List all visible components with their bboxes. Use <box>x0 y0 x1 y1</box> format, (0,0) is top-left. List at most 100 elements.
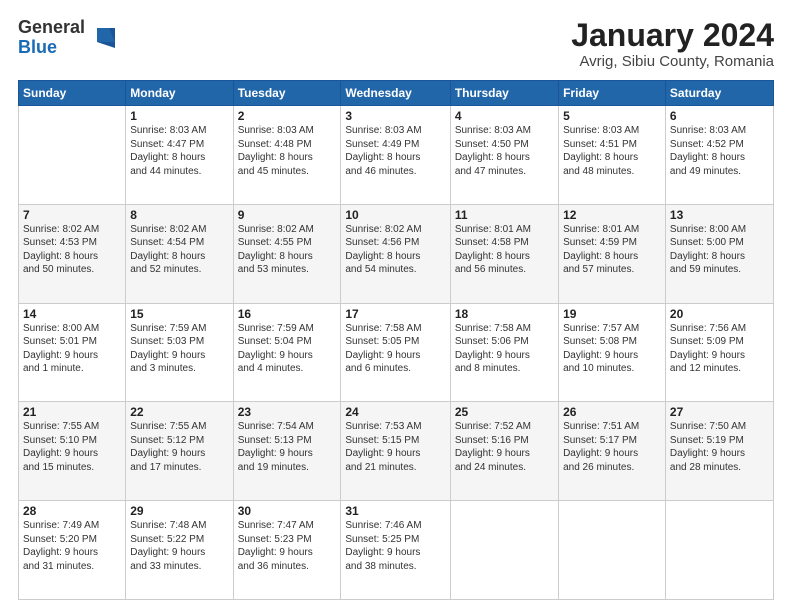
day-cell: 14Sunrise: 8:00 AM Sunset: 5:01 PM Dayli… <box>19 303 126 402</box>
week-row-1: 7Sunrise: 8:02 AM Sunset: 4:53 PM Daylig… <box>19 204 774 303</box>
logo-icon <box>87 24 115 52</box>
day-number: 26 <box>563 405 661 419</box>
day-info: Sunrise: 8:03 AM Sunset: 4:47 PM Dayligh… <box>130 124 228 178</box>
day-number: 24 <box>345 405 445 419</box>
day-cell <box>559 501 666 600</box>
day-number: 20 <box>670 307 769 321</box>
day-cell: 12Sunrise: 8:01 AM Sunset: 4:59 PM Dayli… <box>559 204 666 303</box>
day-number: 13 <box>670 208 769 222</box>
day-number: 3 <box>345 109 445 123</box>
week-row-0: 1Sunrise: 8:03 AM Sunset: 4:47 PM Daylig… <box>19 106 774 205</box>
day-info: Sunrise: 7:54 AM Sunset: 5:13 PM Dayligh… <box>238 420 337 474</box>
day-info: Sunrise: 7:49 AM Sunset: 5:20 PM Dayligh… <box>23 519 121 573</box>
day-cell: 30Sunrise: 7:47 AM Sunset: 5:23 PM Dayli… <box>233 501 341 600</box>
day-cell: 25Sunrise: 7:52 AM Sunset: 5:16 PM Dayli… <box>450 402 558 501</box>
day-number: 14 <box>23 307 121 321</box>
day-number: 17 <box>345 307 445 321</box>
day-number: 8 <box>130 208 228 222</box>
calendar-header: Sunday Monday Tuesday Wednesday Thursday… <box>19 81 774 106</box>
day-info: Sunrise: 7:46 AM Sunset: 5:25 PM Dayligh… <box>345 519 445 573</box>
day-cell: 7Sunrise: 8:02 AM Sunset: 4:53 PM Daylig… <box>19 204 126 303</box>
day-cell: 18Sunrise: 7:58 AM Sunset: 5:06 PM Dayli… <box>450 303 558 402</box>
header-saturday: Saturday <box>665 81 773 106</box>
day-number: 10 <box>345 208 445 222</box>
calendar-body: 1Sunrise: 8:03 AM Sunset: 4:47 PM Daylig… <box>19 106 774 600</box>
page: General Blue January 2024 Avrig, Sibiu C… <box>0 0 792 612</box>
day-cell: 27Sunrise: 7:50 AM Sunset: 5:19 PM Dayli… <box>665 402 773 501</box>
logo: General Blue <box>18 18 115 58</box>
day-info: Sunrise: 7:50 AM Sunset: 5:19 PM Dayligh… <box>670 420 769 474</box>
day-info: Sunrise: 8:03 AM Sunset: 4:49 PM Dayligh… <box>345 124 445 178</box>
day-number: 31 <box>345 504 445 518</box>
page-subtitle: Avrig, Sibiu County, Romania <box>571 53 774 70</box>
day-number: 11 <box>455 208 554 222</box>
day-info: Sunrise: 8:01 AM Sunset: 4:58 PM Dayligh… <box>455 223 554 277</box>
day-number: 23 <box>238 405 337 419</box>
day-info: Sunrise: 8:00 AM Sunset: 5:00 PM Dayligh… <box>670 223 769 277</box>
day-cell: 31Sunrise: 7:46 AM Sunset: 5:25 PM Dayli… <box>341 501 450 600</box>
day-cell: 19Sunrise: 7:57 AM Sunset: 5:08 PM Dayli… <box>559 303 666 402</box>
header-row: Sunday Monday Tuesday Wednesday Thursday… <box>19 81 774 106</box>
day-info: Sunrise: 7:59 AM Sunset: 5:04 PM Dayligh… <box>238 322 337 376</box>
day-cell: 20Sunrise: 7:56 AM Sunset: 5:09 PM Dayli… <box>665 303 773 402</box>
day-cell: 21Sunrise: 7:55 AM Sunset: 5:10 PM Dayli… <box>19 402 126 501</box>
day-info: Sunrise: 7:47 AM Sunset: 5:23 PM Dayligh… <box>238 519 337 573</box>
week-row-3: 21Sunrise: 7:55 AM Sunset: 5:10 PM Dayli… <box>19 402 774 501</box>
calendar-table: Sunday Monday Tuesday Wednesday Thursday… <box>18 80 774 600</box>
day-number: 18 <box>455 307 554 321</box>
week-row-4: 28Sunrise: 7:49 AM Sunset: 5:20 PM Dayli… <box>19 501 774 600</box>
day-number: 7 <box>23 208 121 222</box>
day-info: Sunrise: 7:59 AM Sunset: 5:03 PM Dayligh… <box>130 322 228 376</box>
day-number: 30 <box>238 504 337 518</box>
day-number: 22 <box>130 405 228 419</box>
header-tuesday: Tuesday <box>233 81 341 106</box>
day-info: Sunrise: 8:01 AM Sunset: 4:59 PM Dayligh… <box>563 223 661 277</box>
day-cell: 1Sunrise: 8:03 AM Sunset: 4:47 PM Daylig… <box>126 106 233 205</box>
day-cell: 29Sunrise: 7:48 AM Sunset: 5:22 PM Dayli… <box>126 501 233 600</box>
day-number: 28 <box>23 504 121 518</box>
day-number: 9 <box>238 208 337 222</box>
day-cell <box>19 106 126 205</box>
day-cell: 17Sunrise: 7:58 AM Sunset: 5:05 PM Dayli… <box>341 303 450 402</box>
day-info: Sunrise: 8:03 AM Sunset: 4:51 PM Dayligh… <box>563 124 661 178</box>
day-number: 15 <box>130 307 228 321</box>
day-number: 1 <box>130 109 228 123</box>
day-info: Sunrise: 7:58 AM Sunset: 5:06 PM Dayligh… <box>455 322 554 376</box>
day-info: Sunrise: 7:48 AM Sunset: 5:22 PM Dayligh… <box>130 519 228 573</box>
logo-general: General <box>18 17 85 37</box>
day-info: Sunrise: 7:51 AM Sunset: 5:17 PM Dayligh… <box>563 420 661 474</box>
day-info: Sunrise: 7:57 AM Sunset: 5:08 PM Dayligh… <box>563 322 661 376</box>
week-row-2: 14Sunrise: 8:00 AM Sunset: 5:01 PM Dayli… <box>19 303 774 402</box>
header-monday: Monday <box>126 81 233 106</box>
header-sunday: Sunday <box>19 81 126 106</box>
day-info: Sunrise: 8:00 AM Sunset: 5:01 PM Dayligh… <box>23 322 121 376</box>
day-info: Sunrise: 7:55 AM Sunset: 5:12 PM Dayligh… <box>130 420 228 474</box>
day-cell <box>450 501 558 600</box>
day-info: Sunrise: 8:02 AM Sunset: 4:55 PM Dayligh… <box>238 223 337 277</box>
day-info: Sunrise: 8:03 AM Sunset: 4:48 PM Dayligh… <box>238 124 337 178</box>
header-thursday: Thursday <box>450 81 558 106</box>
day-cell: 13Sunrise: 8:00 AM Sunset: 5:00 PM Dayli… <box>665 204 773 303</box>
day-cell: 6Sunrise: 8:03 AM Sunset: 4:52 PM Daylig… <box>665 106 773 205</box>
day-cell: 15Sunrise: 7:59 AM Sunset: 5:03 PM Dayli… <box>126 303 233 402</box>
day-cell: 9Sunrise: 8:02 AM Sunset: 4:55 PM Daylig… <box>233 204 341 303</box>
day-cell: 22Sunrise: 7:55 AM Sunset: 5:12 PM Dayli… <box>126 402 233 501</box>
day-number: 16 <box>238 307 337 321</box>
day-cell: 3Sunrise: 8:03 AM Sunset: 4:49 PM Daylig… <box>341 106 450 205</box>
day-number: 4 <box>455 109 554 123</box>
title-block: January 2024 Avrig, Sibiu County, Romani… <box>571 18 774 70</box>
day-number: 19 <box>563 307 661 321</box>
day-info: Sunrise: 8:03 AM Sunset: 4:50 PM Dayligh… <box>455 124 554 178</box>
day-info: Sunrise: 7:53 AM Sunset: 5:15 PM Dayligh… <box>345 420 445 474</box>
header-wednesday: Wednesday <box>341 81 450 106</box>
day-cell <box>665 501 773 600</box>
day-info: Sunrise: 7:58 AM Sunset: 5:05 PM Dayligh… <box>345 322 445 376</box>
day-cell: 11Sunrise: 8:01 AM Sunset: 4:58 PM Dayli… <box>450 204 558 303</box>
day-cell: 4Sunrise: 8:03 AM Sunset: 4:50 PM Daylig… <box>450 106 558 205</box>
day-number: 5 <box>563 109 661 123</box>
day-info: Sunrise: 7:55 AM Sunset: 5:10 PM Dayligh… <box>23 420 121 474</box>
day-number: 25 <box>455 405 554 419</box>
day-cell: 10Sunrise: 8:02 AM Sunset: 4:56 PM Dayli… <box>341 204 450 303</box>
day-cell: 23Sunrise: 7:54 AM Sunset: 5:13 PM Dayli… <box>233 402 341 501</box>
logo-blue: Blue <box>18 37 57 57</box>
